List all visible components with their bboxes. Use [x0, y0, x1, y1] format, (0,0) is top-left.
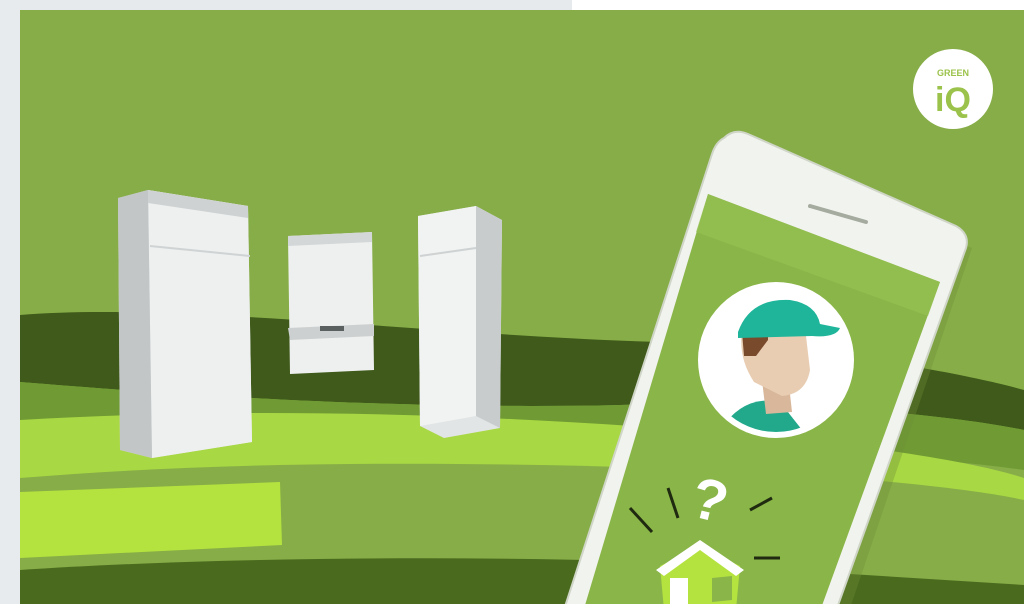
appliance-tall-right [418, 206, 502, 438]
badge-line2: iQ [935, 81, 971, 119]
top-strip-right [572, 0, 1024, 10]
lime-swoosh [20, 482, 282, 558]
appliance-tall-left [118, 190, 252, 458]
appliance-boiler-center [288, 232, 374, 374]
illustration-svg: ? GREEN iQ [20, 10, 1024, 604]
illustration-scene: ? GREEN iQ [20, 10, 1024, 604]
top-strip-left [0, 0, 572, 10]
badge-line1: GREEN [937, 68, 969, 78]
green-iq-logo: GREEN iQ [913, 49, 993, 129]
left-margin [0, 0, 20, 604]
